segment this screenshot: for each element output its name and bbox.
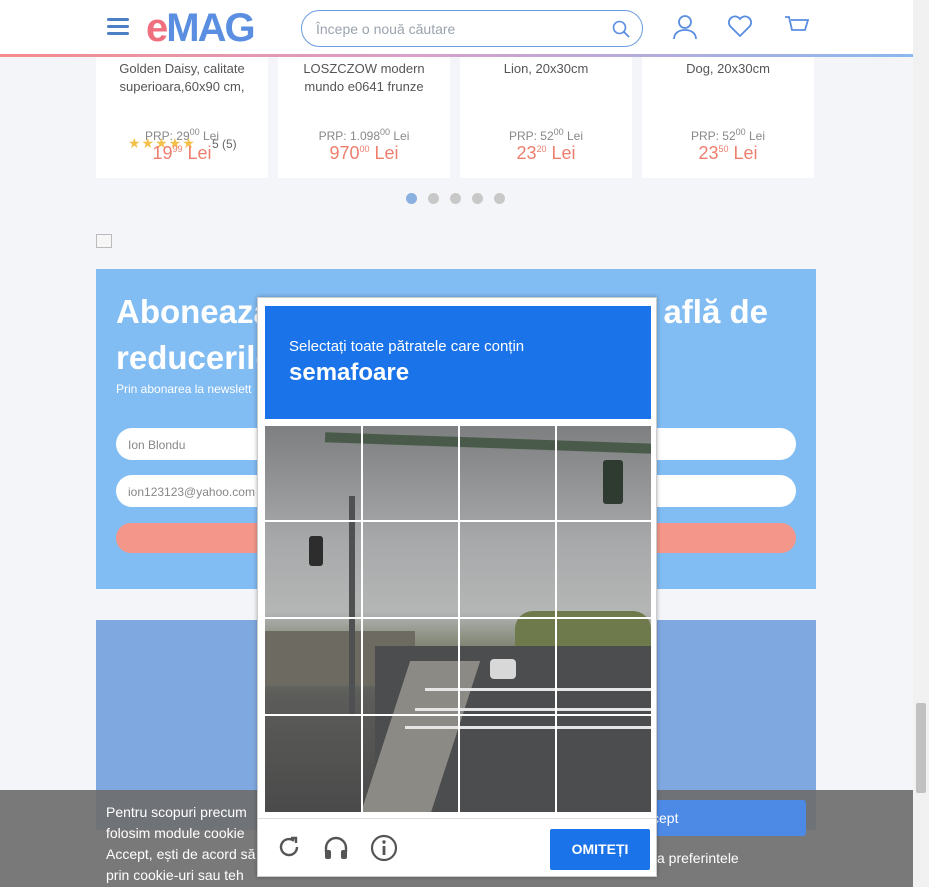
product-name: Dog, 20x30cm — [686, 61, 770, 76]
menu-icon[interactable] — [107, 18, 129, 36]
audio-challenge-icon[interactable] — [322, 834, 350, 862]
captcha-image-grid — [265, 426, 651, 812]
carousel-dot[interactable] — [450, 193, 461, 204]
old-price: PRP: 5200 Lei — [690, 127, 766, 143]
captcha-target: semafoare — [289, 359, 410, 386]
skip-button[interactable]: OMITEȚI — [550, 829, 650, 870]
header-stripe — [0, 54, 913, 57]
product-card[interactable]: Golden Daisy, calitate superioara,60x90 c… — [96, 40, 268, 178]
product-card[interactable]: LOSZCZOW modern mundo e0641 frunze PRP: 1… — [278, 40, 450, 178]
reload-icon[interactable] — [276, 834, 302, 860]
emag-logo[interactable]: eMAG — [146, 6, 256, 50]
cookie-preferences-link[interactable]: za preferintele — [650, 850, 739, 866]
captcha-tile[interactable] — [265, 426, 651, 812]
site-header: eMAG Începe o nouă căutare — [0, 0, 913, 57]
account-icon[interactable] — [672, 14, 698, 40]
cart-icon[interactable] — [784, 14, 810, 38]
current-price: 1999 Lei — [152, 143, 212, 163]
carousel-dots — [406, 191, 516, 209]
newsletter-subtitle: Prin abonarea la newslett — [116, 382, 252, 396]
scrollbar[interactable] — [913, 0, 929, 887]
carousel-dot[interactable] — [472, 193, 483, 204]
captcha-instruction: Selectați toate pătratele care conțin — [289, 338, 525, 355]
cookie-text: Pentru scopuri precum folosim module cook… — [106, 804, 256, 883]
current-price: 97000 Lei — [329, 143, 399, 163]
product-name: Lion, 20x30cm — [503, 61, 589, 76]
product-name: Golden Daisy, calitate — [119, 61, 245, 76]
product-card[interactable]: Dog, 20x30cm PRP: 5200 Lei 2350 Lei — [642, 40, 814, 178]
search-input[interactable]: Începe o nouă căutare — [301, 10, 643, 47]
carousel-dot[interactable] — [494, 193, 505, 204]
carousel-dot[interactable] — [406, 193, 417, 204]
info-icon[interactable] — [370, 834, 398, 862]
scrollbar-thumb[interactable] — [916, 703, 926, 793]
old-price: PRP: 1.09800 Lei — [318, 127, 410, 143]
search-placeholder: Începe o nouă căutare — [316, 21, 456, 37]
product-name: LOSZCZOW modern — [303, 61, 425, 76]
broken-image-icon — [96, 234, 112, 248]
current-price: 2350 Lei — [698, 143, 758, 163]
captcha-dialog: Selectați toate pătratele care conțin se… — [257, 297, 657, 877]
captcha-footer: OMITEȚI — [258, 818, 656, 878]
old-price: PRP: 5200 Lei — [508, 127, 584, 143]
old-price: PRP: 2900 Lei — [144, 127, 220, 143]
search-icon[interactable] — [612, 20, 630, 38]
carousel-dot[interactable] — [428, 193, 439, 204]
captcha-header: Selectați toate pătratele care conțin se… — [265, 306, 651, 419]
product-card[interactable]: Lion, 20x30cm PRP: 5200 Lei 2320 Lei — [460, 40, 632, 178]
favorites-icon[interactable] — [727, 14, 753, 38]
current-price: 2320 Lei — [516, 143, 576, 163]
